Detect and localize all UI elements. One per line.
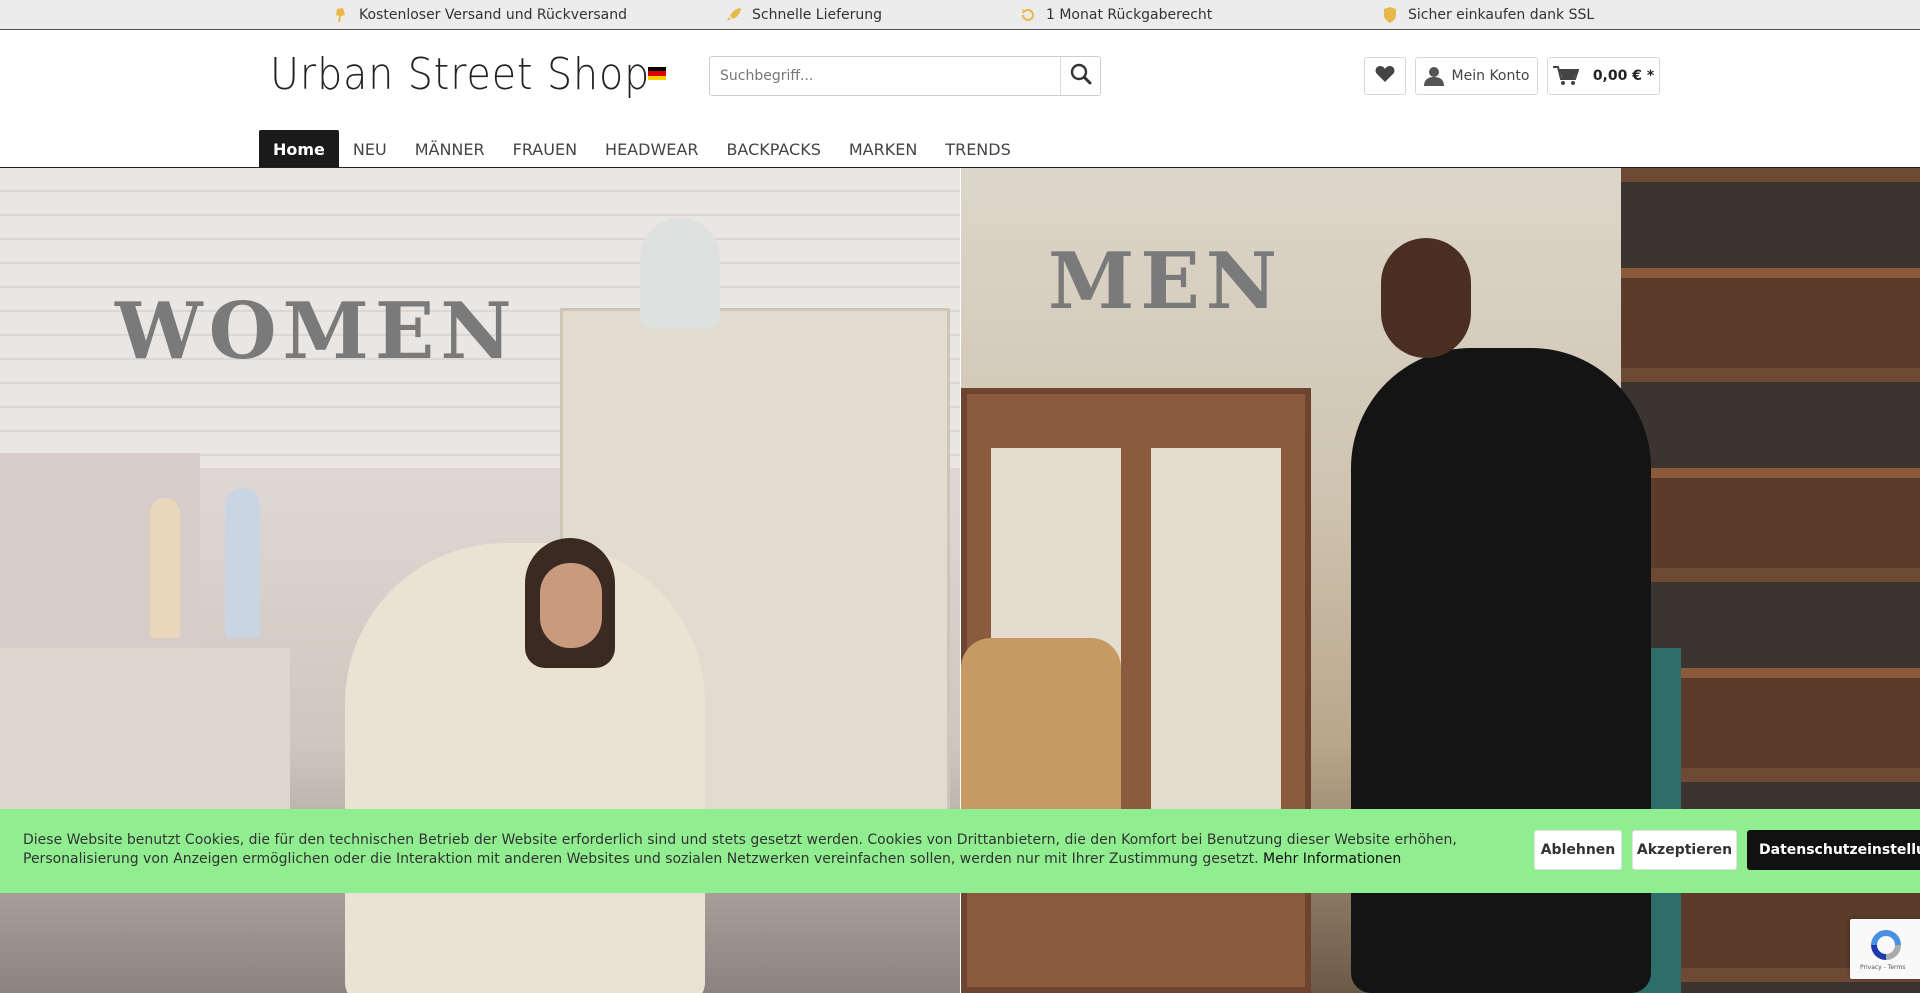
return-icon: [1020, 7, 1036, 23]
topbar-item-ssl: Sicher einkaufen dank SSL: [1382, 6, 1594, 24]
cabinet-door: [1151, 448, 1281, 828]
rocket-icon: [726, 7, 742, 23]
topbar-item-delivery: Schnelle Lieferung: [726, 6, 882, 24]
german-flag-icon[interactable]: [648, 67, 666, 80]
search-icon: [1070, 63, 1092, 90]
teapot-decoration: [640, 218, 720, 328]
nav-item-home[interactable]: Home: [259, 130, 339, 168]
nav-item-trends[interactable]: TRENDS: [931, 130, 1024, 168]
model-face: [540, 563, 602, 648]
model-face: [1381, 238, 1471, 358]
recaptcha-footer: Privacy - Terms: [1860, 964, 1906, 971]
nav-item-marken[interactable]: MARKEN: [835, 130, 931, 168]
nav-item-neu[interactable]: NEU: [339, 130, 401, 168]
men-banner-title: MEN: [1048, 236, 1284, 327]
account-label: Mein Konto: [1451, 68, 1530, 84]
heart-icon: [1375, 65, 1395, 87]
women-banner-title: WOMEN: [115, 286, 518, 377]
statue-figure: [225, 488, 260, 638]
cookie-text: Diese Website benutzt Cookies, die für d…: [23, 831, 1503, 869]
cookie-message: Diese Website benutzt Cookies, die für d…: [23, 832, 1457, 867]
statue-figure: [150, 498, 180, 638]
search-input[interactable]: [711, 58, 1061, 94]
more-info-link[interactable]: Mehr Informationen: [1263, 851, 1401, 867]
topbar-label: Schnelle Lieferung: [752, 7, 883, 23]
shield-icon: [1382, 7, 1398, 23]
nav-item-frauen[interactable]: FRAUEN: [499, 130, 591, 168]
cookie-banner: Diese Website benutzt Cookies, die für d…: [0, 809, 1920, 893]
cookie-accept-button[interactable]: Akzeptieren: [1632, 830, 1737, 870]
nav-item-backpacks[interactable]: BACKPACKS: [712, 130, 834, 168]
privacy-settings-button[interactable]: Datenschutzeinstellungen: [1747, 830, 1920, 870]
topbar-item-shipping: Kostenloser Versand und Rückversand: [333, 6, 627, 24]
search-button[interactable]: [1060, 57, 1100, 95]
recaptcha-badge[interactable]: Privacy - Terms: [1850, 919, 1920, 979]
model-man: [1351, 348, 1651, 993]
account-button[interactable]: Mein Konto: [1415, 57, 1538, 95]
recaptcha-icon: [1868, 927, 1904, 968]
cart-icon: [1552, 66, 1579, 86]
cart-button[interactable]: 0,00 € *: [1547, 57, 1660, 95]
topbar-label: 1 Monat Rückgaberecht: [1046, 7, 1213, 23]
shop-logo[interactable]: Urban Street Shop: [270, 49, 650, 100]
nav-item-headwear[interactable]: HEADWEAR: [591, 130, 712, 168]
search-box: [709, 56, 1101, 96]
cart-total: 0,00 € *: [1592, 68, 1655, 84]
top-info-bar: Kostenloser Versand und Rückversand Schn…: [0, 0, 1920, 30]
main-navigation: Home NEU MÄNNER FRAUEN HEADWEAR BACKPACK…: [259, 130, 1025, 168]
user-icon: [1423, 66, 1444, 86]
shipping-icon: [333, 7, 349, 23]
topbar-item-returns: 1 Monat Rückgaberecht: [1020, 6, 1212, 24]
cookie-decline-button[interactable]: Ablehnen: [1534, 830, 1622, 870]
topbar-label: Sicher einkaufen dank SSL: [1408, 7, 1595, 23]
topbar-label: Kostenloser Versand und Rückversand: [359, 7, 627, 23]
nav-item-maenner[interactable]: MÄNNER: [401, 130, 499, 168]
site-header: Urban Street Shop Mein Konto 0,00 € * Ho…: [0, 31, 1920, 168]
wishlist-button[interactable]: [1364, 57, 1406, 95]
